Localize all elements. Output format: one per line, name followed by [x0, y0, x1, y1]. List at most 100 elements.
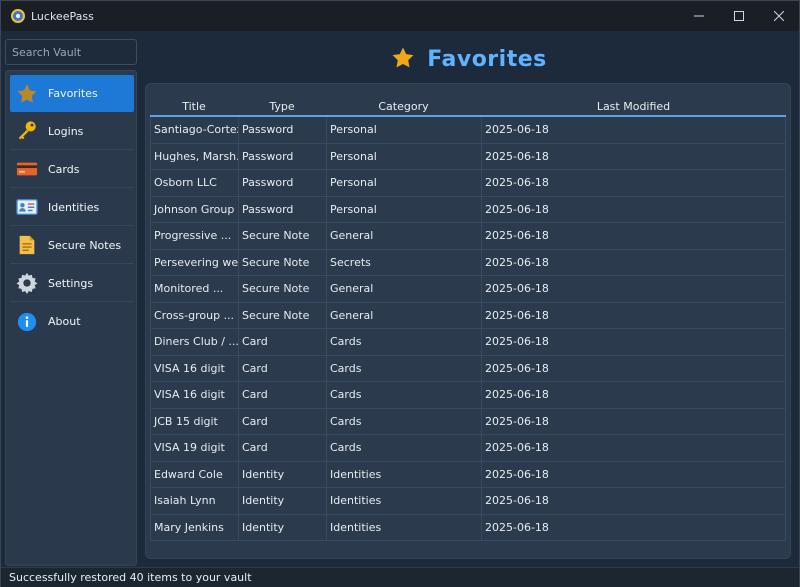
cell-last-modified: 2025-06-18	[485, 255, 549, 269]
table-row[interactable]: Cross-group ... Secure Note General 2025-06…	[151, 302, 785, 329]
column-header-category[interactable]: Category	[326, 100, 481, 113]
table-row[interactable]: Edward Cole Identity Identities 2025-06-18	[151, 461, 785, 488]
close-icon	[774, 11, 784, 21]
cell-category: Personal	[327, 117, 482, 144]
table-row[interactable]: Mary Jenkins Identity Identities 2025-06-18	[151, 514, 785, 541]
star-icon	[391, 46, 415, 73]
cell-type: Identity	[239, 514, 327, 541]
cell-category: Cards	[327, 408, 482, 435]
table-row[interactable]: JCB 15 digit Card Cards 2025-06-18	[151, 408, 785, 435]
cell-type: Secure Note	[239, 249, 327, 276]
cell-last-modified: 2025-06-18	[485, 176, 549, 189]
cell-category: Personal	[327, 143, 482, 170]
cell-title: Santiago-Cortez	[151, 117, 239, 144]
close-button[interactable]	[759, 1, 799, 31]
cell-type: Secure Note	[239, 276, 327, 303]
sidebar-item-cards[interactable]: Cards	[10, 151, 134, 188]
sidebar-item-label: Identities	[48, 200, 100, 214]
cell-category: Personal	[327, 170, 482, 197]
cell-title: Cross-group ...	[151, 302, 239, 329]
cell-last-modified: 2025-06-18	[485, 414, 549, 428]
cell-last-modified: 2025-06-18	[485, 335, 549, 348]
column-header-last-modified[interactable]: Last Modified	[481, 100, 786, 113]
cell-title: Persevering we...	[151, 249, 239, 276]
cell-last-modified: 2025-06-18	[485, 149, 549, 163]
table-row[interactable]: VISA 19 digit Card Cards 2025-06-18	[151, 435, 785, 462]
cell-type: Identity	[239, 488, 327, 515]
favorites-table: Title Type Category Last Modified Santia…	[150, 98, 786, 541]
column-header-title[interactable]: Title	[150, 100, 238, 113]
window-controls	[679, 1, 799, 31]
search-input[interactable]	[5, 39, 137, 65]
cell-title: Monitored ...	[151, 276, 239, 303]
cell-category: Cards	[327, 329, 482, 356]
star-icon	[16, 83, 38, 105]
minimize-button[interactable]	[679, 1, 719, 31]
sidebar-item-settings[interactable]: Settings	[10, 265, 134, 302]
cell-last-modified: 2025-06-18	[485, 441, 549, 454]
table-row[interactable]: Monitored ... Secure Note General 2025-06-1…	[151, 276, 785, 303]
sidebar-item-favorites[interactable]: Favorites	[10, 75, 134, 112]
cell-title: Diners Club / ...	[151, 329, 239, 356]
table-row[interactable]: Persevering we...Secure NoteSecrets2025-…	[151, 249, 785, 276]
cell-category: General	[327, 223, 482, 250]
cell-type: Card	[239, 329, 327, 356]
cell-type: Identity	[239, 461, 327, 488]
cell-last-modified: 2025-06-18	[485, 494, 549, 507]
cell-last-modified: 2025-06-18	[485, 361, 549, 375]
cell-category: Cards	[327, 355, 482, 382]
cell-type: Password	[239, 196, 327, 223]
app-window: LuckeePass Favorites Logins	[0, 0, 800, 587]
gear-icon	[16, 272, 38, 294]
sidebar: Favorites Logins Cards Identities Secure…	[5, 70, 137, 566]
note-icon	[16, 234, 38, 256]
cell-category: Cards	[327, 382, 482, 409]
column-header-type[interactable]: Type	[238, 100, 326, 113]
window-title: LuckeePass	[31, 9, 94, 23]
maximize-button[interactable]	[719, 1, 759, 31]
app-logo-icon	[11, 9, 25, 23]
table-row[interactable]: VISA 16 digit Card Cards 2025-06-18	[151, 382, 785, 409]
cell-title: Edward Cole	[151, 461, 239, 488]
table-row[interactable]: VISA 16 digit Card Cards 2025-06-18	[151, 355, 785, 382]
table-row[interactable]: Progressive ... Secure Note General 2025-06…	[151, 223, 785, 250]
minimize-icon	[694, 15, 704, 17]
table-row[interactable]: Johnson Group Password Personal 2025-06-18	[151, 196, 785, 223]
cell-title: VISA 16 digit	[151, 355, 239, 382]
cell-category: General	[327, 302, 482, 329]
cell-category: Cards	[327, 435, 482, 462]
table-row[interactable]: Osborn LLC Password Personal 2025-06-18	[151, 170, 785, 197]
sidebar-item-label: Logins	[48, 124, 84, 138]
cell-last-modified: 2025-06-18	[485, 202, 549, 216]
cell-type: Card	[239, 408, 327, 435]
sidebar-item-logins[interactable]: Logins	[10, 113, 134, 150]
cell-last-modified: 2025-06-18	[485, 467, 549, 481]
key-icon	[16, 120, 38, 142]
table-row[interactable]: Hughes, Marsh... Password Personal 2025-06-…	[151, 143, 785, 170]
page-title: Favorites	[427, 46, 547, 72]
table-row[interactable]: Diners Club / ... Card Cards 2025-06-18	[151, 329, 785, 356]
sidebar-item-identities[interactable]: Identities	[10, 189, 134, 226]
table-row[interactable]: Santiago-Cortez Password Personal 2025-06-1…	[151, 117, 785, 144]
table-header: Title Type Category Last Modified	[150, 98, 786, 117]
cell-type: Secure Note	[239, 302, 327, 329]
cell-category: Identities	[327, 488, 482, 515]
id-card-icon	[16, 196, 38, 218]
maximize-icon	[734, 11, 744, 21]
sidebar-item-secure-notes[interactable]: Secure Notes	[10, 227, 134, 264]
cell-title: JCB 15 digit	[151, 408, 239, 435]
cell-last-modified: 2025-06-18	[485, 388, 549, 401]
cell-category: General	[327, 276, 482, 303]
cell-type: Secure Note	[239, 223, 327, 250]
cell-category: Secrets	[327, 249, 482, 276]
cell-last-modified: 2025-06-18	[485, 308, 549, 322]
cell-type: Card	[239, 435, 327, 462]
table-row[interactable]: Isaiah Lynn Identity Identities 2025-06-18	[151, 488, 785, 515]
sidebar-item-label: About	[48, 315, 81, 328]
cell-title: Osborn LLC	[151, 170, 239, 197]
cell-type: Password	[239, 143, 327, 170]
info-icon	[16, 311, 38, 333]
sidebar-item-about[interactable]: About	[10, 303, 134, 340]
cell-title: Hughes, Marsh...	[151, 143, 239, 170]
cell-type: Card	[239, 382, 327, 409]
